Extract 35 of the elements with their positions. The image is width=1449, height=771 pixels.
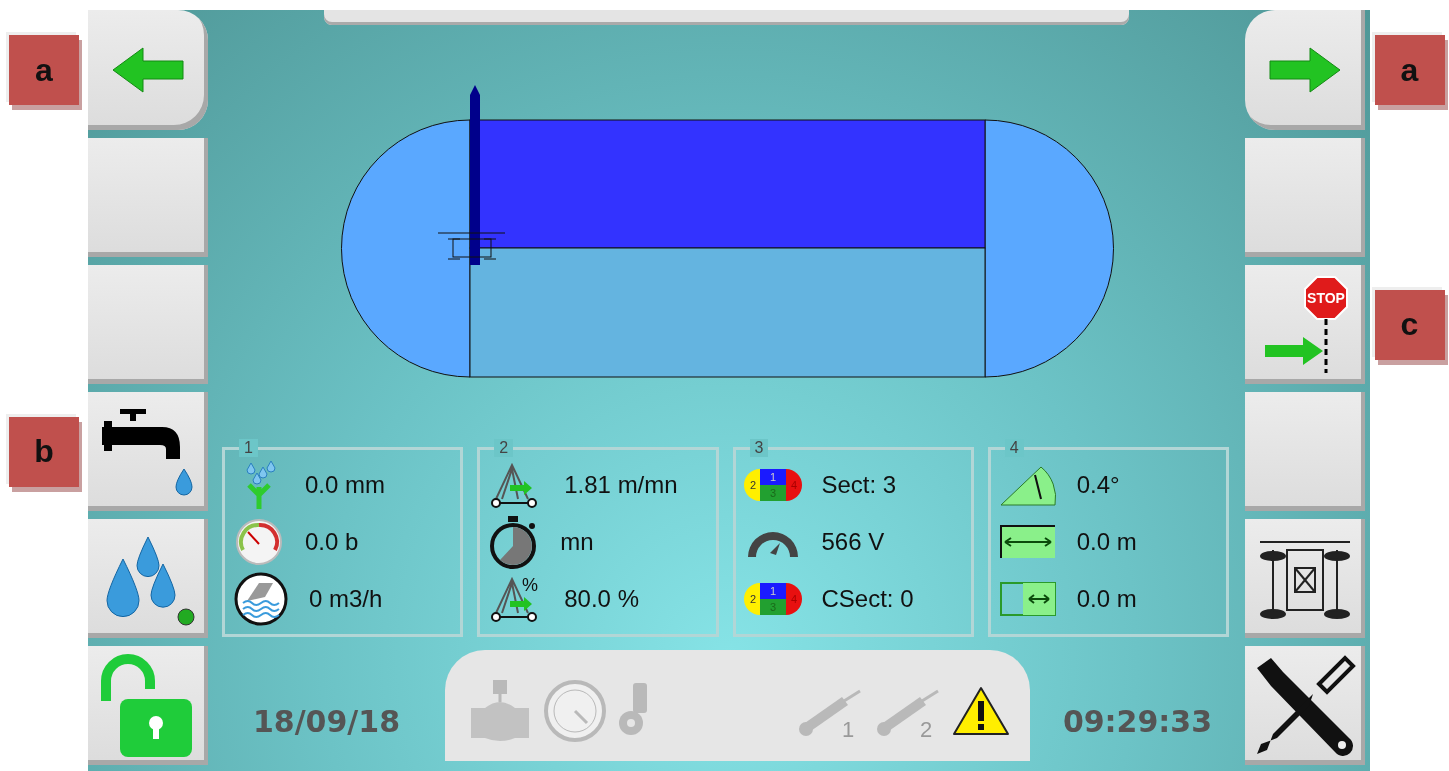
- reading-value: mn: [560, 528, 594, 556]
- panel-number: 2: [494, 439, 514, 457]
- pressure-gauge-icon: [233, 516, 285, 568]
- reading-value: 0.0 m: [1076, 528, 1137, 556]
- left-arrow-button[interactable]: [88, 10, 208, 130]
- blank-button[interactable]: [88, 138, 208, 257]
- time-text: 09:29:33: [1062, 704, 1213, 739]
- water-drops-button[interactable]: [88, 519, 208, 638]
- panel-number: 1: [239, 439, 258, 457]
- reading-value: 80.0 %: [564, 585, 639, 614]
- width-icon: [998, 524, 1057, 560]
- panel-number: 3: [749, 439, 769, 457]
- reading-value: 1.81 m/mn: [564, 470, 678, 499]
- panel-number: 4: [1004, 439, 1024, 457]
- tools-button[interactable]: [1245, 646, 1365, 765]
- reading-value: 0.0 b: [305, 528, 359, 556]
- machine-button[interactable]: [1245, 519, 1365, 638]
- flow-icon: [233, 571, 289, 628]
- padlock-button[interactable]: [88, 646, 208, 765]
- blank-button[interactable]: [1245, 392, 1365, 511]
- blank-button[interactable]: [88, 265, 208, 384]
- reading-value: 0.0 mm: [305, 470, 385, 499]
- reading-value: 0.4°: [1076, 470, 1120, 499]
- date-text: 18/09/18: [252, 704, 401, 739]
- stop-sign-arrow-button[interactable]: STOP: [1245, 265, 1365, 384]
- reading-value: 0 m3/h: [309, 585, 383, 614]
- reading-value: 0.0 m: [1076, 585, 1137, 614]
- reading-value: 566 V: [821, 528, 885, 556]
- reading-value: CSect: 0: [821, 585, 914, 614]
- tap-icon: [100, 406, 196, 497]
- blank-button[interactable]: [1245, 138, 1365, 257]
- right-arrow-button[interactable]: [1245, 10, 1365, 130]
- tap-button[interactable]: [88, 392, 208, 511]
- reading-value: Sect: 3: [821, 470, 897, 499]
- offset-icon: [998, 581, 1057, 618]
